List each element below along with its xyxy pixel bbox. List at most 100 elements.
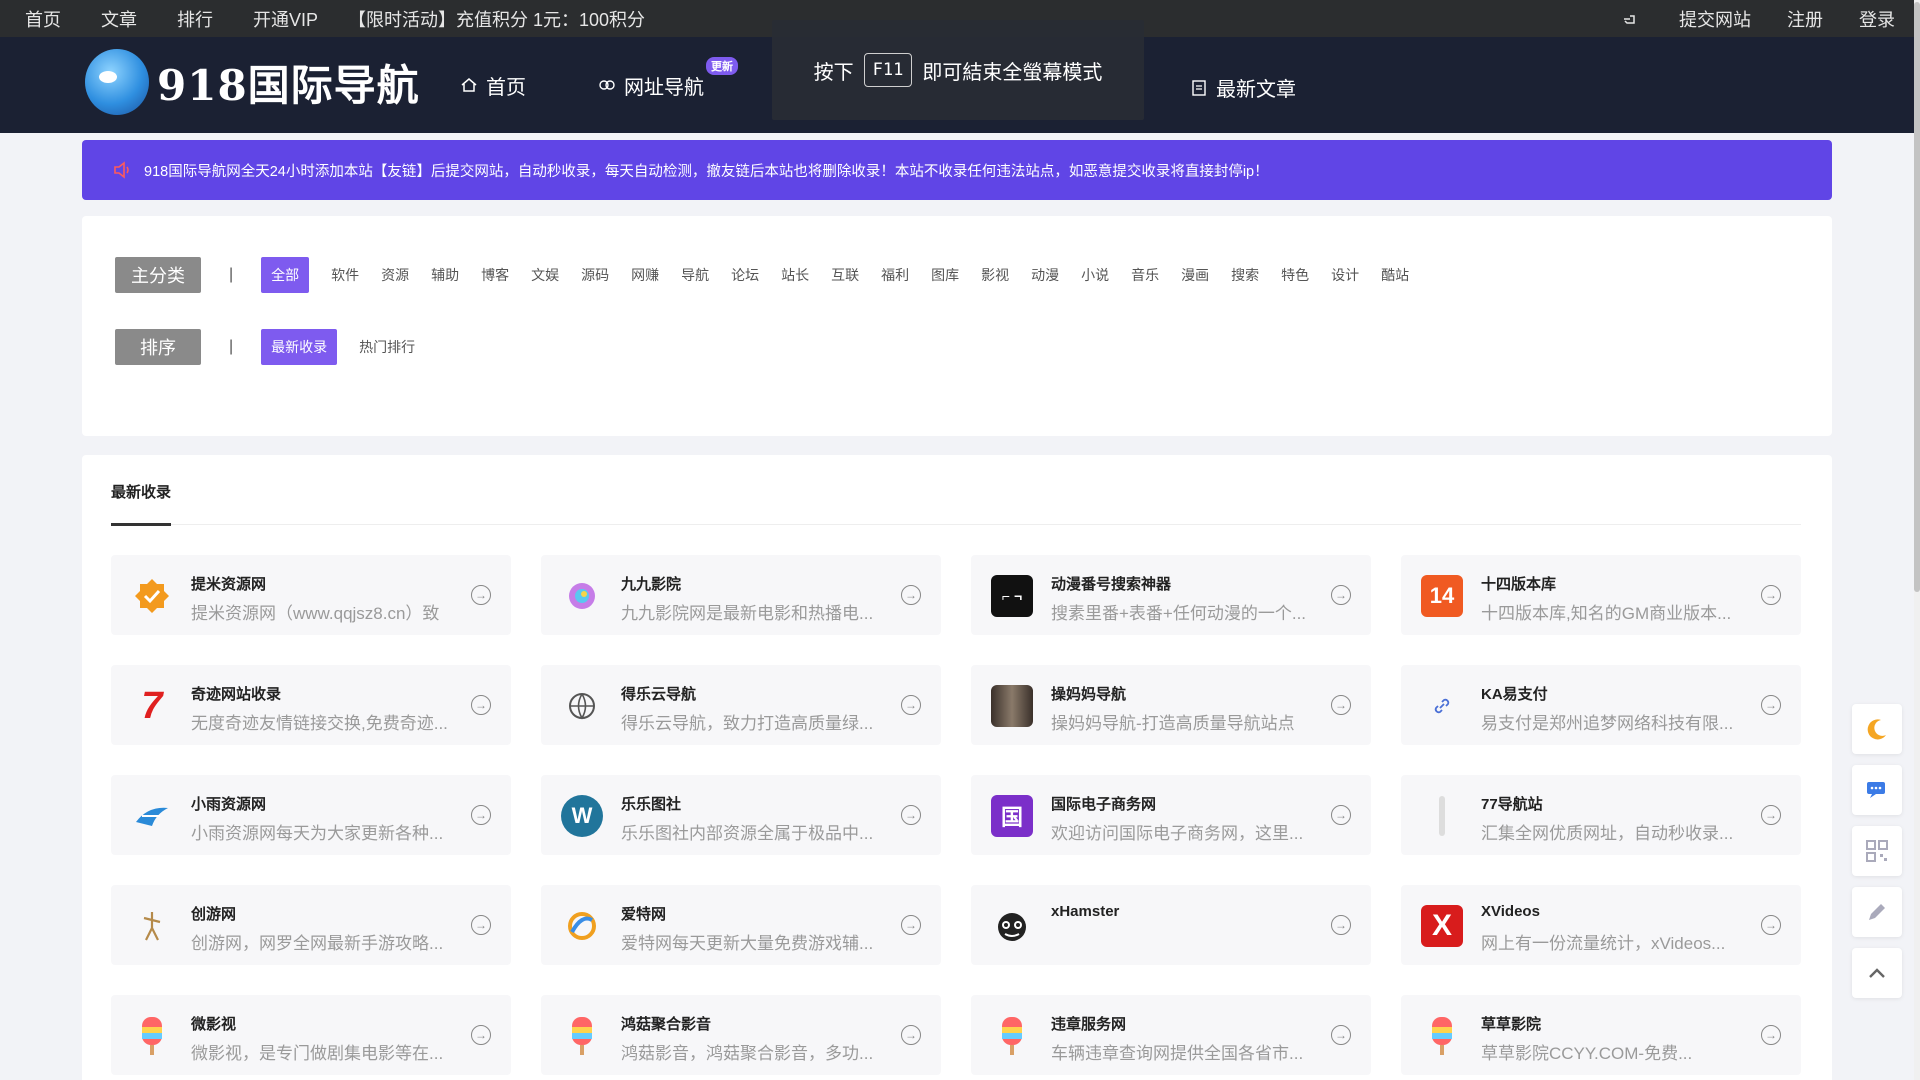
site-card[interactable]: 微影视 微影视，是专门做剧集电影等在... → [111, 995, 511, 1075]
promo-link[interactable]: 【限时活动】充值积分 1元：100积分 [348, 6, 645, 32]
nav-home[interactable]: 首页 [460, 71, 526, 100]
arrow-right-circle-icon[interactable]: → [1331, 585, 1351, 605]
arrow-right-circle-icon[interactable]: → [901, 695, 921, 715]
arrow-right-circle-icon[interactable]: → [1331, 915, 1351, 935]
nav-directory[interactable]: 网址导航 更新 [598, 56, 738, 100]
top-link-home[interactable]: 首页 [25, 6, 61, 32]
site-name: 操妈妈导航 [1051, 686, 1127, 703]
sort-chip-popular[interactable]: 热门排行 [359, 329, 415, 365]
category-chip[interactable]: 源码 [581, 257, 609, 293]
site-card[interactable]: xHamster → [971, 885, 1371, 965]
category-chip[interactable]: 音乐 [1131, 257, 1159, 293]
chat-button[interactable] [1852, 765, 1902, 815]
category-chip[interactable]: 漫画 [1181, 257, 1209, 293]
site-description: 鸿菇影音，鸿菇聚合影音，多功... [621, 1044, 874, 1063]
category-chip[interactable]: 影视 [981, 257, 1009, 293]
dark-mode-button[interactable] [1852, 704, 1902, 754]
arrow-right-circle-icon[interactable]: → [471, 695, 491, 715]
category-chip[interactable]: 小说 [1081, 257, 1109, 293]
category-chip[interactable]: 设计 [1331, 257, 1359, 293]
category-chip[interactable]: 导航 [681, 257, 709, 293]
site-name: 乐乐图社 [621, 796, 682, 813]
site-card[interactable]: 操妈妈导航 操妈妈导航-打造高质量导航站点 → [971, 665, 1371, 745]
arrow-right-circle-icon[interactable]: → [1761, 1025, 1781, 1045]
sort-label: 排序 [115, 329, 201, 365]
arrow-right-circle-icon[interactable]: → [471, 915, 491, 935]
back-to-top-button[interactable] [1852, 948, 1902, 998]
site-card[interactable]: 小雨资源网 小雨资源网每天为大家更新各种... → [111, 775, 511, 855]
site-description: 无度奇迹友情链接交换,免费奇迹... [191, 714, 448, 733]
arrow-right-circle-icon[interactable]: → [1331, 695, 1351, 715]
site-card[interactable]: 77导航站 汇集全网优质网址，自动秒收录... → [1401, 775, 1801, 855]
update-badge: 更新 [706, 56, 738, 75]
category-chip[interactable]: 网赚 [631, 257, 659, 293]
category-chip[interactable]: 酷站 [1381, 257, 1409, 293]
category-chip[interactable]: 全部 [261, 257, 310, 293]
category-chip[interactable]: 站长 [781, 257, 809, 293]
site-name: 动漫番号搜索神器 [1051, 576, 1172, 593]
arrow-right-circle-icon[interactable]: → [1761, 805, 1781, 825]
category-chip[interactable]: 辅助 [431, 257, 459, 293]
site-description: 爱特网每天更新大量免费游戏辅... [621, 934, 874, 953]
site-card[interactable]: 创游网 创游网，网罗全网最新手游攻略... → [111, 885, 511, 965]
nav-articles[interactable]: 最新文章 [1190, 73, 1296, 102]
arrow-right-circle-icon[interactable]: → [1761, 915, 1781, 935]
site-name: 得乐云导航 [621, 686, 697, 703]
top-link-ranking[interactable]: 排行 [177, 6, 213, 32]
arrow-right-circle-icon[interactable]: → [471, 1025, 491, 1045]
arrow-right-circle-icon[interactable]: → [901, 915, 921, 935]
speaker-icon [114, 161, 129, 179]
category-chip[interactable]: 互联 [831, 257, 859, 293]
category-chip[interactable]: 文娱 [531, 257, 559, 293]
submit-site-link[interactable]: 提交网站 [1621, 6, 1751, 32]
site-card[interactable]: 鸿菇聚合影音鸿菇影音，鸿菇聚合影音，多功... → [541, 995, 941, 1075]
category-chip[interactable]: 搜索 [1231, 257, 1259, 293]
category-chip[interactable]: 论坛 [731, 257, 759, 293]
site-name: 提米资源网 [191, 576, 267, 593]
qrcode-button[interactable] [1852, 826, 1902, 876]
category-chip[interactable]: 图库 [931, 257, 959, 293]
site-card[interactable]: 提米资源网 提米资源网（www.qqjsz8.cn）致 → [111, 555, 511, 635]
site-card[interactable]: 违章服务网 车辆违章查询网提供全国各省市... → [971, 995, 1371, 1075]
category-chip[interactable]: 资源 [381, 257, 409, 293]
site-description: 得乐云导航，致力打造高质量绿... [621, 714, 874, 733]
site-name: 鸿菇聚合影音 [621, 1016, 712, 1033]
category-chip[interactable]: 动漫 [1031, 257, 1059, 293]
site-card[interactable]: 爱特网 爱特网每天更新大量免费游戏辅... → [541, 885, 941, 965]
site-description: 乐乐图社内部资源全属于极品中... [621, 824, 874, 843]
edit-button[interactable] [1852, 887, 1902, 937]
sort-chip-latest[interactable]: 最新收录 [261, 329, 338, 365]
arrow-right-circle-icon[interactable]: → [901, 1025, 921, 1045]
top-link-articles[interactable]: 文章 [101, 6, 137, 32]
num14-icon: 14 [1421, 575, 1463, 617]
site-card[interactable]: 得乐云导航得乐云导航，致力打造高质量绿... → [541, 665, 941, 745]
site-card[interactable]: X XVideos 网上有一份流量统计，xVideos... → [1401, 885, 1801, 965]
arrow-right-circle-icon[interactable]: → [471, 805, 491, 825]
category-chip[interactable]: 博客 [481, 257, 509, 293]
site-card[interactable]: ⌐ ¬ 动漫番号搜索神器 搜素里番+表番+任何动漫的一个... → [971, 555, 1371, 635]
site-card[interactable]: KA易支付 易支付是郑州追梦网络科技有限... → [1401, 665, 1801, 745]
arrow-right-circle-icon[interactable]: → [901, 805, 921, 825]
category-chip[interactable]: 福利 [881, 257, 909, 293]
arrow-right-circle-icon[interactable]: → [1331, 805, 1351, 825]
category-chip[interactable]: 特色 [1281, 257, 1309, 293]
site-card[interactable]: 草草影院 草草影院CCYY.COM-免费... → [1401, 995, 1801, 1075]
site-card[interactable]: 国 国际电子商务网 欢迎访问国际电子商务网，这里... → [971, 775, 1371, 855]
site-logo[interactable]: 918国际导航 [85, 49, 420, 115]
arrow-right-circle-icon[interactable]: → [471, 585, 491, 605]
site-card[interactable]: 九九影院 九九影院网是最新电影和热播电... → [541, 555, 941, 635]
arrow-right-circle-icon[interactable]: → [901, 585, 921, 605]
arrow-right-circle-icon[interactable]: → [1331, 1025, 1351, 1045]
category-chip[interactable]: 软件 [331, 257, 359, 293]
login-link[interactable]: 登录 [1859, 6, 1895, 32]
arrow-right-circle-icon[interactable]: → [1761, 695, 1781, 715]
scrollbar-thumb[interactable] [1914, 2, 1920, 592]
site-card[interactable]: 7 奇迹网站收录 无度奇迹友情链接交换,免费奇迹... → [111, 665, 511, 745]
arrow-right-circle-icon[interactable]: → [1761, 585, 1781, 605]
seven-icon: 7 [141, 685, 163, 727]
top-link-vip[interactable]: 开通VIP [253, 6, 318, 32]
submit-site-label: 提交网站 [1679, 9, 1751, 30]
site-card[interactable]: 14 十四版本库 十四版本库,知名的GM商业版本... → [1401, 555, 1801, 635]
register-link[interactable]: 注册 [1787, 6, 1823, 32]
site-card[interactable]: W 乐乐图社 乐乐图社内部资源全属于极品中... → [541, 775, 941, 855]
